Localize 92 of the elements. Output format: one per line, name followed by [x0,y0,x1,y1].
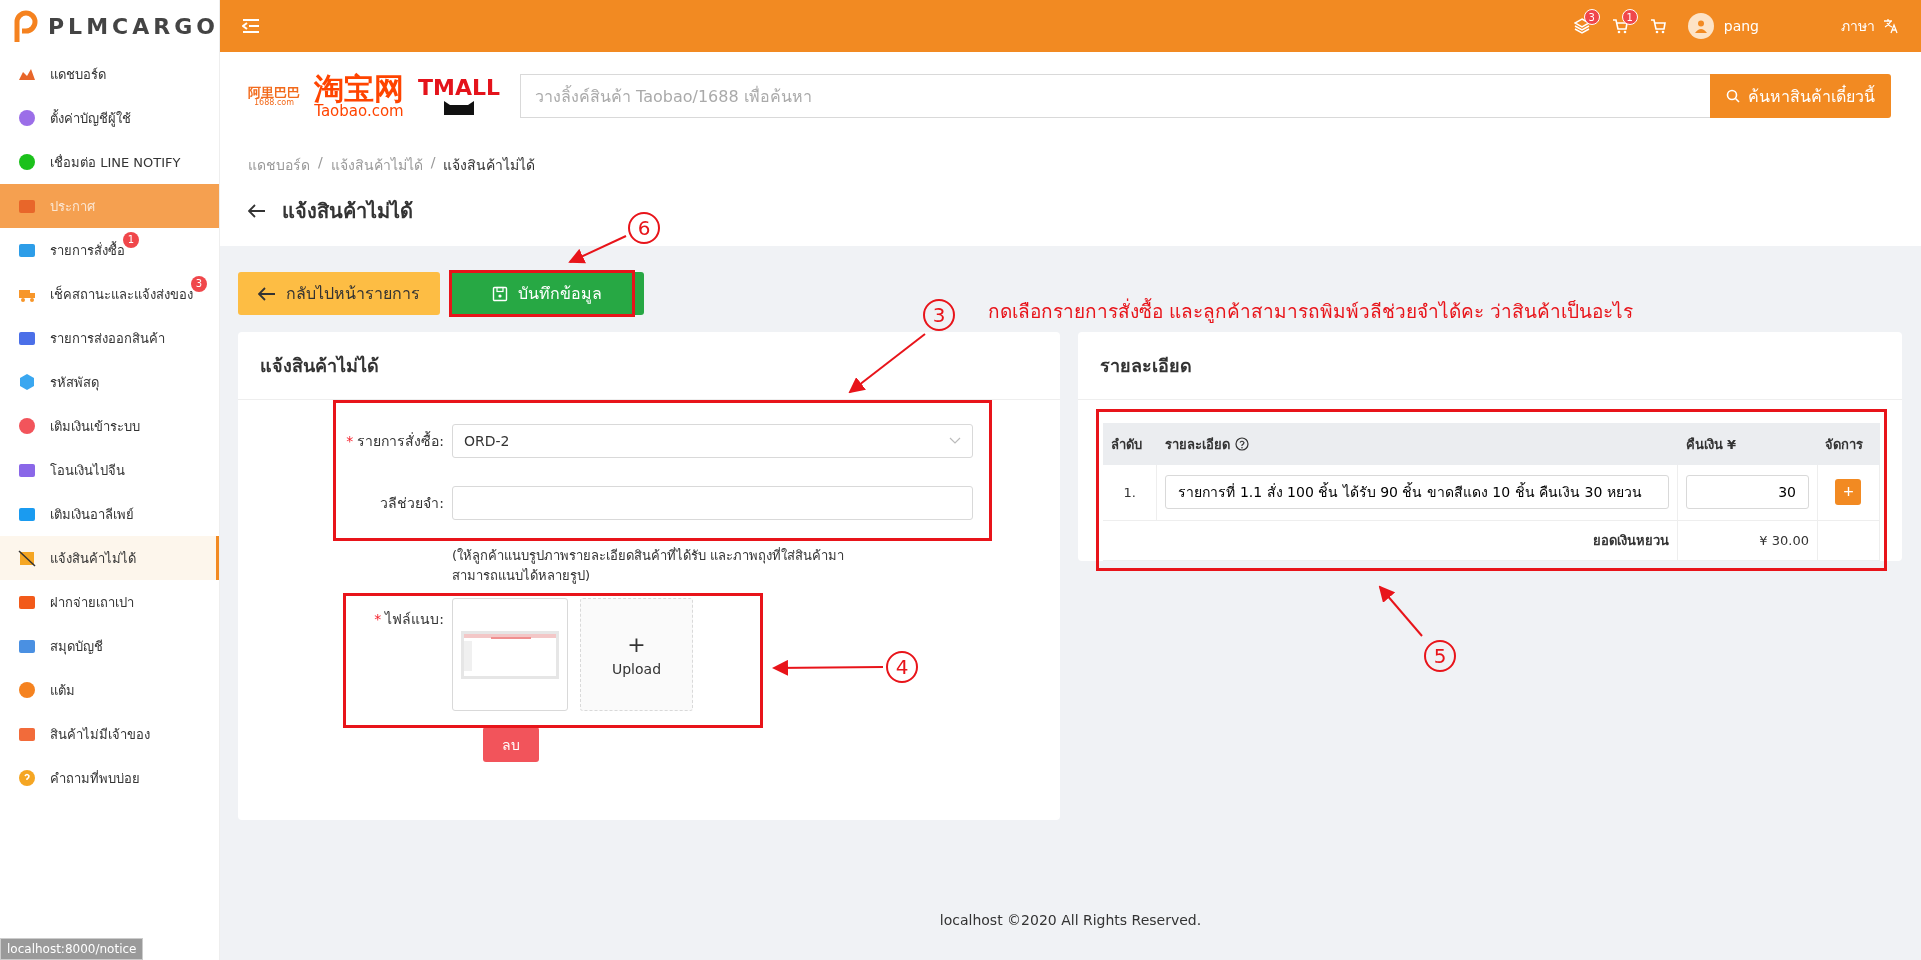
sidebar-item-label: แต้ม [50,682,75,698]
logo-text: 阿里巴巴 [248,85,300,99]
callout-number: 6 [628,212,660,244]
order-select[interactable]: ORD-2 [452,424,973,458]
sidebar-item-label: ฝากจ่ายเถาเปา [50,594,134,610]
cube-icon [18,373,36,391]
sidebar-item[interactable]: รายการสั่งซื้อ 1 [0,228,219,272]
sidebar-item-label: รายการสั่งซื้อ [50,242,125,258]
layers-icon[interactable] [1573,18,1590,34]
count-badge: 1 [1621,9,1638,25]
sidebar-item[interactable]: รายการส่งออกสินค้า [0,316,219,360]
cart-icon[interactable] [1611,18,1628,34]
logo-text: 1688.com [254,98,294,107]
translate-icon[interactable] [1883,18,1899,34]
cat-icon [442,99,476,115]
input-field[interactable] [452,486,973,520]
card-title: แจ้งสินค้าไม่ได้ [238,332,1060,400]
sidebar-item[interactable]: แดชบอร์ด [0,52,219,96]
sidebar-item-label: สินค้าไม่มีเจ้าของ [50,726,150,742]
chevron-down-icon [949,437,961,445]
field-label: วลีช่วยจำ: [380,495,444,511]
breadcrumb-separator: / [430,154,436,172]
callout-number: 5 [1424,640,1456,672]
help-icon [18,769,36,787]
annotation-note: กดเลือกรายการสั่งซื้อ และลูกค้าสามารถพิมพ์วลีช่วยจำได้คะ ว่าสินค้าเป็นอะไร [988,297,1634,325]
sidebar-item[interactable]: แต้ม [0,668,219,712]
sidebar-item-label: เติมเงินอาลีเพย์ [50,506,134,522]
count-badge: 3 [1583,9,1600,25]
table-cell: 1. [1103,465,1157,520]
card-title: รายละเอียด [1078,332,1902,400]
detail-input[interactable]: รายการที่ 1.1 สั่ง 100 ชิ้น ได้รับ 90 ชิ้น ขาดสีแดง 10 ชิ้น คืนเงิน 30 หยวน [1165,475,1670,510]
column-header: รายละเอียด [1157,423,1678,465]
help-icon [1235,436,1249,451]
sidebar-item[interactable]: ฝากจ่ายเถาเปา [0,580,219,624]
sidebar-item-label: แดชบอร์ด [50,66,106,82]
sidebar-item[interactable]: เช็คสถานะและแจ้งส่งของ 3 [0,272,219,316]
sidebar-item-label: รายการส่งออกสินค้า [50,330,165,346]
logo-text: Taobao.com [314,103,404,119]
table-cell: ¥ 30.00 [1677,520,1818,560]
search-field[interactable]: วางลิ้งค์สินค้า Taobao/1688 เพื่อค้นหา [519,74,1710,118]
sidebar-item[interactable]: สินค้าไม่มีเจ้าของ [0,712,219,756]
avatar[interactable] [1687,13,1714,39]
hint-text: (ให้ลูกค้าแนบรูปภาพรายละเอียดสินค้าที่ได้รับ และภาพถุงที่ใส่สินค้ามาสามารถแนบได้หลายรูป) [452,546,846,586]
sidebar-item[interactable]: รหัสพัสดุ [0,360,219,404]
sidebar-item[interactable]: เติมเงินเข้าระบบ [0,404,219,448]
required-mark: * [374,611,382,627]
search-icon [1726,89,1740,103]
sidebar-item[interactable]: แจ้งสินค้าไม่ได้ [0,536,219,580]
sidebar-item[interactable]: เติมเงินอาลีเพย์ [0,492,219,536]
cart-icon[interactable] [1649,18,1666,34]
annotation-arrow [1378,585,1423,637]
sidebar-item-label: รหัสพัสดุ [50,374,99,390]
sidebar-item[interactable]: เชื่อมต่อ LINE NOTIFY [0,140,219,184]
field-label: รายการสั่งซื้อ: [357,433,444,449]
sidebar-item-label: โอนเงินไปจีน [50,462,125,478]
sidebar-item[interactable]: สมุดบัญชี [0,624,219,668]
sidebar-item[interactable]: โอนเงินไปจีน [0,448,219,492]
field-label: ไฟล์แนบ: [385,611,444,627]
sidebar-item-label: เชื่อมต่อ LINE NOTIFY [50,154,181,170]
column-header: จัดการ [1817,423,1880,465]
sidebar-item-label: ตั้งค่าบัญชีผู้ใช้ [50,110,131,126]
table-cell: ยอดเงินหยวน [1103,520,1678,560]
menu-icon[interactable] [242,18,260,34]
count-badge: 3 [191,275,207,292]
sidebar-item-label: คำถามที่พบบ่อย [50,770,140,786]
column-header: ลำดับ [1103,423,1157,465]
logo-icon [12,8,40,44]
sidebar-item-label: สมุดบัญชี [50,638,103,654]
callout-number: 4 [886,651,918,683]
sidebar-item-label: เช็คสถานะและแจ้งส่งของ [50,286,193,302]
page-title: แจ้งสินค้าไม่ได้ [282,198,413,225]
sidebar-item-label: แจ้งสินค้าไม่ได้ [50,550,136,566]
footer-text: localhost ©2020 All Rights Reserved. [939,912,1202,928]
logo-text: TMALL [418,77,500,99]
upload-button[interactable]: + Upload [580,598,693,711]
required-mark: * [346,433,354,449]
breadcrumb-separator: / [318,154,323,172]
sidebar-item[interactable]: ตั้งค่าบัญชีผู้ใช้ [0,96,219,140]
annotation-arrow [568,235,627,264]
sidebar-item-label: เติมเงินเข้าระบบ [50,418,140,434]
refund-input[interactable]: 30 [1686,475,1809,510]
count-badge: 1 [123,231,139,248]
sidebar-item[interactable]: คำถามที่พบบ่อย [0,756,219,800]
brand-name: PLMCARGO [48,13,219,39]
sidebar-item-label: ประกาศ [50,198,95,214]
back-arrow-icon[interactable] [248,204,266,218]
column-header: คืนเงิน ¥ [1677,423,1818,465]
logo-text: 淘宝网 [314,73,404,104]
back-arrow-icon [258,286,276,301]
status-bar: localhost:8000/notice [0,938,144,960]
back-button[interactable]: กลับไปหน้ารายการ [238,272,440,315]
callout-number: 3 [923,299,955,331]
